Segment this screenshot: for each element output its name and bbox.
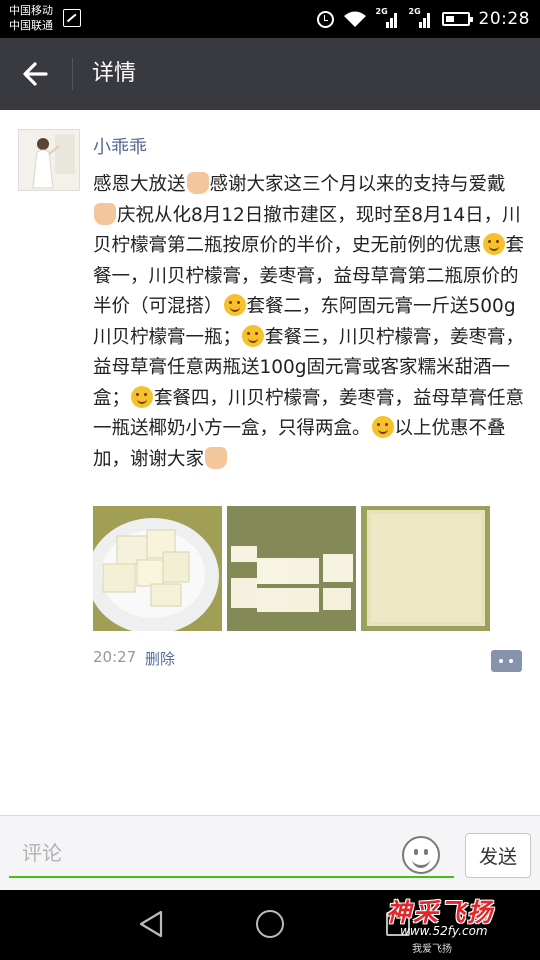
nav-back-icon[interactable]	[137, 909, 165, 939]
image-notification-icon	[63, 9, 81, 27]
arrow-left-icon	[23, 62, 48, 86]
status-bar: 中国移动 中国联通 2G 2G 20:28	[0, 0, 540, 38]
wifi-icon	[343, 10, 367, 28]
comment-bar: 发送	[0, 815, 540, 890]
delete-button[interactable]: 删除	[145, 648, 175, 669]
post-text: 感恩大放送 感谢大家这三个月以来的支持与爱戴庆祝从化8月12日撤市建区，现时至8月…	[93, 170, 525, 475]
status-time: 20:28	[478, 9, 530, 29]
carrier-names: 中国移动 中国联通	[9, 3, 53, 33]
emoji-button[interactable]	[402, 836, 440, 874]
watermark: 神采飞扬 www.52fy.com 我爱飞扬	[372, 890, 532, 960]
battery-icon	[441, 12, 473, 26]
clap-emoji-icon	[186, 172, 209, 194]
title-divider	[72, 58, 73, 90]
post-text-segment: 感谢大家这三个月以来的支持与爱戴	[209, 174, 506, 195]
watermark-url: www.52fy.com	[400, 924, 488, 938]
post-photo-1[interactable]	[93, 506, 222, 631]
back-button[interactable]	[14, 52, 58, 96]
heart-eyes-emoji-icon	[131, 385, 154, 408]
title-bar: 详情	[0, 38, 540, 110]
post-text-segment: 庆祝从化8月12日撤市建区，现时至8月14日，川贝柠檬膏第二瓶按原价的半价，史无…	[93, 204, 521, 257]
tongue-emoji-icon	[223, 294, 246, 316]
grin-emoji-icon	[482, 233, 505, 255]
rock-hand-emoji-icon	[205, 446, 228, 469]
carrier-1: 中国移动	[9, 4, 53, 17]
big-grin-emoji-icon	[242, 324, 265, 347]
post-text-segment: 感恩大放送	[93, 174, 186, 195]
post-time: 20:27	[93, 648, 137, 666]
post-photo-3[interactable]	[361, 506, 490, 631]
clap-emoji-icon	[94, 202, 116, 225]
status-icons: 2G 2G 20:28	[316, 0, 531, 38]
carrier-2: 中国联通	[9, 19, 53, 32]
signal-label: 2G	[375, 7, 388, 16]
signal-icon: 2G	[375, 7, 400, 28]
smile-emoji-icon	[371, 416, 394, 438]
alarm-icon	[316, 10, 334, 28]
post-username[interactable]: 小乖乖	[93, 133, 147, 159]
comment-input[interactable]	[9, 830, 454, 878]
send-button[interactable]: 发送	[465, 833, 531, 878]
signal-label-2: 2G	[408, 7, 421, 16]
post-photo-2[interactable]	[227, 506, 356, 631]
post-photos	[93, 506, 490, 631]
avatar[interactable]	[18, 129, 80, 191]
page-title: 详情	[92, 61, 137, 86]
comment-toggle-icon[interactable]	[491, 650, 522, 672]
watermark-subtitle: 我爱飞扬	[412, 944, 452, 955]
signal-icon-2: 2G	[408, 7, 433, 28]
nav-home-icon[interactable]	[256, 910, 284, 938]
